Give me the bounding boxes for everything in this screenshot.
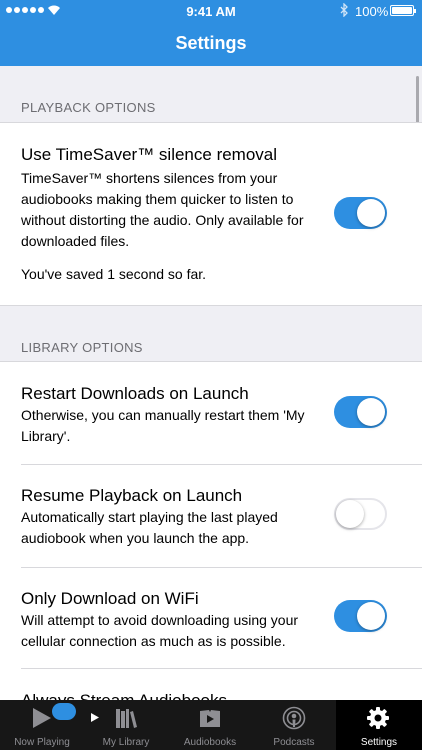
now-playing-badge-icon xyxy=(52,703,99,722)
battery-icon xyxy=(390,5,416,16)
tab-label: Podcasts xyxy=(273,737,315,748)
audiobook-icon xyxy=(200,710,220,727)
library-options-panel: Restart Downloads on Launch Otherwise, y… xyxy=(0,361,422,700)
section-header-library: LIBRARY OPTIONS xyxy=(21,340,143,355)
timesaver-saved-note: You've saved 1 second so far. xyxy=(21,266,207,282)
tab-settings[interactable]: Settings xyxy=(336,700,422,750)
wifi-only-toggle[interactable] xyxy=(334,600,387,632)
tab-my-library[interactable]: My Library xyxy=(84,700,168,750)
tab-now-playing[interactable]: Now Playing xyxy=(0,700,99,750)
play-icon xyxy=(33,708,51,728)
playback-options-panel: Use TimeSaver™ silence removal TimeSaver… xyxy=(0,122,422,306)
section-header-playback: PLAYBACK OPTIONS xyxy=(21,100,156,115)
tab-audiobooks[interactable]: Audiobooks xyxy=(168,700,252,750)
setting-title: Resume Playback on Launch xyxy=(21,486,243,505)
setting-title: Use TimeSaver™ silence removal xyxy=(21,145,278,164)
setting-description: Otherwise, you can manually restart them… xyxy=(21,407,305,444)
setting-row-always-stream: Always Stream Audiobooks xyxy=(0,669,422,700)
setting-row-resume-playback: Resume Playback on Launch Automatically … xyxy=(0,465,422,567)
setting-description: TimeSaver™ shortens silences from your a… xyxy=(21,170,304,249)
page-title: Settings xyxy=(175,33,247,53)
setting-title: Restart Downloads on Launch xyxy=(21,384,249,403)
library-icon xyxy=(116,709,137,728)
tab-podcasts[interactable]: Podcasts xyxy=(252,700,336,750)
setting-description: Will attempt to avoid downloading using … xyxy=(21,612,299,649)
setting-description: Automatically start playing the last pla… xyxy=(21,509,278,546)
bluetooth-icon xyxy=(340,3,348,17)
podcast-icon xyxy=(282,706,306,730)
battery-percentage: 100% xyxy=(355,4,389,19)
tab-label: Now Playing xyxy=(14,737,70,748)
tab-label: Audiobooks xyxy=(183,737,237,748)
gear-icon xyxy=(367,707,389,729)
setting-row-restart-downloads: Restart Downloads on Launch Otherwise, y… xyxy=(0,362,422,464)
setting-row-timesaver: Use TimeSaver™ silence removal TimeSaver… xyxy=(0,123,422,305)
settings-list[interactable]: PLAYBACK OPTIONS Use TimeSaver™ silence … xyxy=(0,66,422,700)
setting-row-wifi-only: Only Download on WiFi Will attempt to av… xyxy=(0,568,422,670)
tab-bar: Now Playing My Library Audiobooks Podcas… xyxy=(0,700,422,750)
setting-title: Always Stream Audiobooks xyxy=(21,691,227,700)
tab-label: My Library xyxy=(102,737,150,748)
resume-playback-toggle[interactable] xyxy=(334,498,387,530)
restart-downloads-toggle[interactable] xyxy=(334,396,387,428)
status-bar: 9:41 AM 100% xyxy=(0,0,422,22)
tab-label: Settings xyxy=(360,737,398,748)
nav-header: 9:41 AM 100% Settings xyxy=(0,0,422,66)
setting-title: Only Download on WiFi xyxy=(21,589,199,608)
timesaver-toggle[interactable] xyxy=(334,197,387,229)
